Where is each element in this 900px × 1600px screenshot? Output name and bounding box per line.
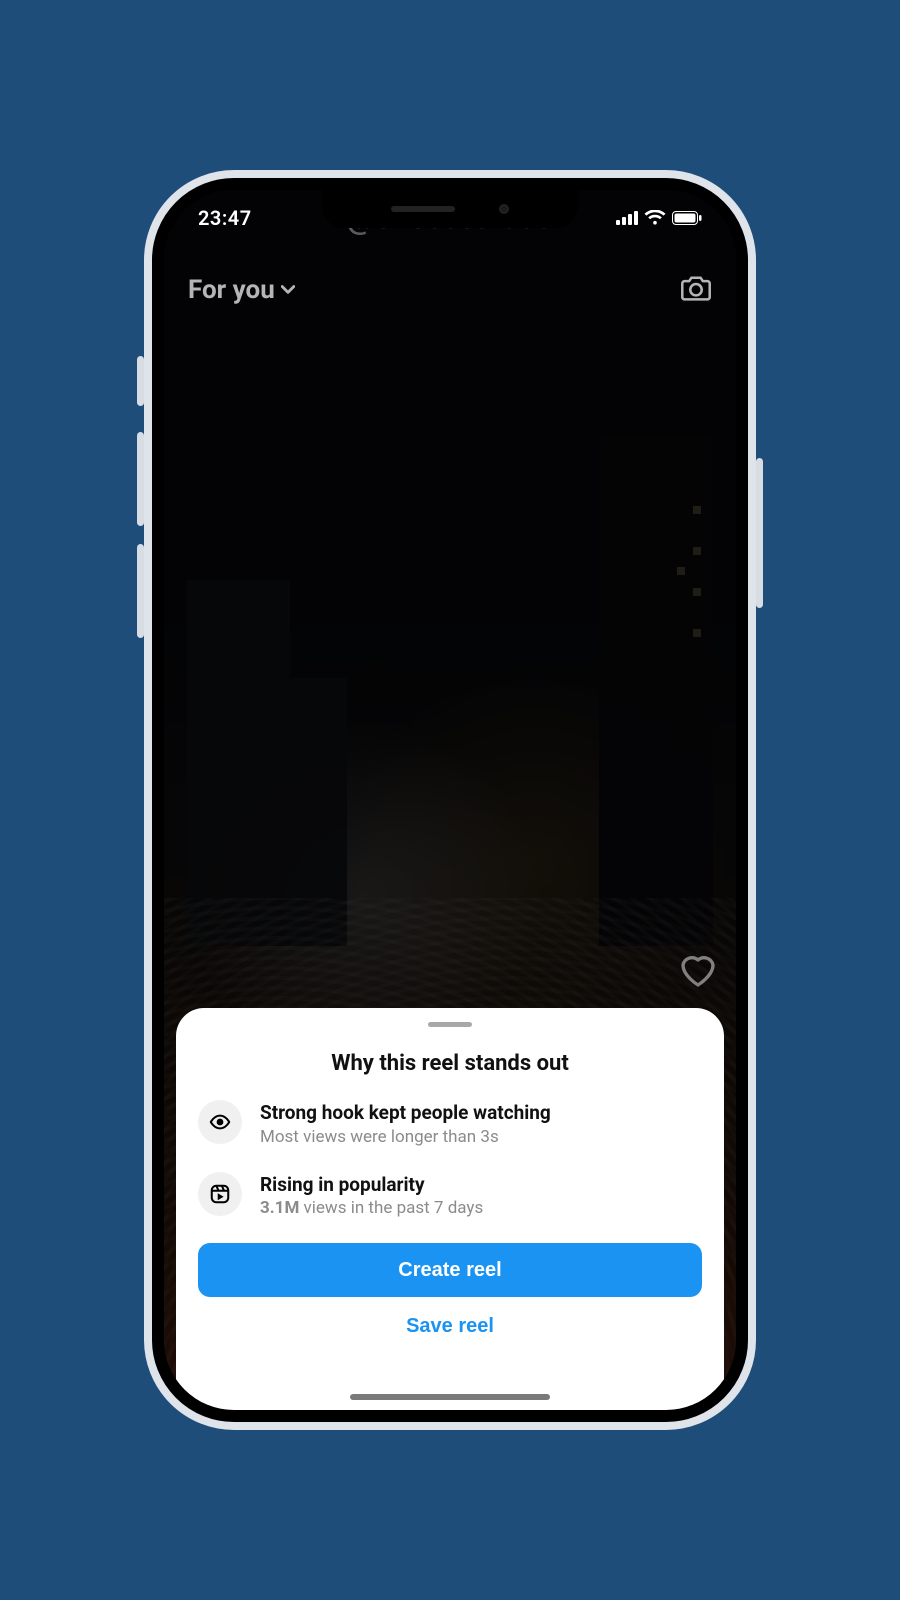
app-header: For you	[164, 272, 736, 308]
heart-icon	[678, 950, 718, 990]
insights-bottom-sheet: Why this reel stands out Strong hook kep…	[176, 1008, 724, 1410]
insight-row: Rising in popularity 3.1M views in the p…	[198, 1172, 702, 1221]
sheet-title: Why this reel stands out	[198, 1051, 702, 1076]
create-reel-button[interactable]: Create reel	[198, 1243, 702, 1297]
reels-icon	[198, 1172, 242, 1216]
home-indicator[interactable]	[350, 1394, 550, 1400]
phone-mockup: @oncescuradu 23:47 For you	[144, 170, 756, 1430]
phone-mute-switch	[137, 356, 144, 406]
camera-icon	[680, 272, 712, 304]
phone-notch	[322, 190, 578, 228]
eye-icon	[198, 1100, 242, 1144]
insight-title: Rising in popularity	[260, 1172, 483, 1198]
insight-subtitle: 3.1M views in the past 7 days	[260, 1197, 483, 1221]
insight-row: Strong hook kept people watching Most vi…	[198, 1100, 702, 1149]
insight-subtitle: Most views were longer than 3s	[260, 1126, 551, 1150]
camera-button[interactable]	[680, 272, 712, 308]
feed-tab-label: For you	[188, 275, 275, 305]
like-button[interactable]	[678, 950, 718, 990]
wifi-icon	[644, 210, 666, 226]
status-time: 23:47	[198, 206, 252, 230]
cellular-icon	[616, 211, 638, 225]
insight-title: Strong hook kept people watching	[260, 1100, 551, 1126]
status-indicators	[616, 210, 702, 226]
phone-volume-up	[137, 432, 144, 526]
save-reel-button[interactable]: Save reel	[198, 1315, 702, 1338]
phone-volume-down	[137, 544, 144, 638]
phone-power-button	[756, 458, 763, 608]
screen: @oncescuradu 23:47 For you	[164, 190, 736, 1410]
feed-tab-selector[interactable]: For you	[188, 275, 295, 305]
chevron-down-icon	[281, 283, 295, 297]
sheet-grabber[interactable]	[428, 1022, 472, 1027]
phone-body: @oncescuradu 23:47 For you	[144, 170, 756, 1430]
battery-icon	[672, 211, 702, 225]
